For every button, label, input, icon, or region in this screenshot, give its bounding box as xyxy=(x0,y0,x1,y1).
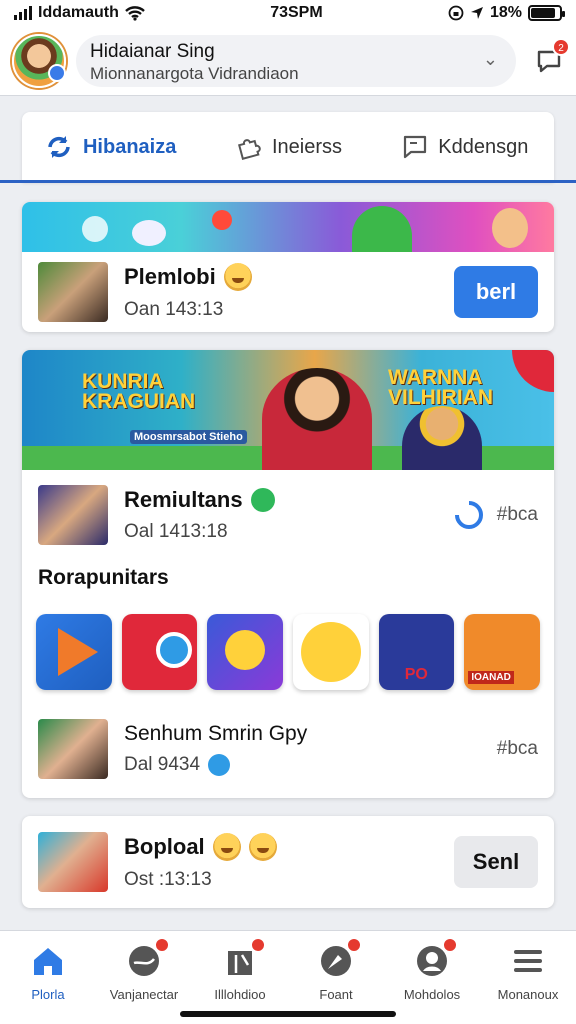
post-action-button[interactable]: Senl xyxy=(454,836,538,888)
status-right: 18% xyxy=(448,4,565,22)
battery-icon xyxy=(527,5,565,21)
post-title: Remiultans xyxy=(124,487,243,512)
app-label: IOANAD xyxy=(468,671,514,684)
bear-emoji-icon[interactable] xyxy=(293,614,369,690)
item-tag[interactable]: #bca xyxy=(497,738,538,760)
battery-percent: 18% xyxy=(489,4,522,21)
nav-label: Mohdolos xyxy=(403,987,461,1002)
tab-ineierss[interactable]: Ineierss xyxy=(199,112,376,182)
chat-square-icon xyxy=(404,135,427,159)
puzzle-icon xyxy=(237,139,261,160)
banner-right-title: WARNNA VILHIRIAN xyxy=(388,366,493,409)
post-banner xyxy=(22,202,554,252)
section-header: Rorapunitars xyxy=(22,560,554,590)
post-title: Plemlobi xyxy=(124,264,216,289)
nav-label: Plorla xyxy=(31,987,65,1002)
status-left: Iddamauth xyxy=(14,4,145,22)
nav-badge xyxy=(154,937,170,953)
banner-character xyxy=(262,368,372,470)
notification-badge: 2 xyxy=(552,37,570,56)
location-icon xyxy=(470,7,483,19)
post-thumbnail[interactable] xyxy=(38,832,108,892)
post-tag[interactable]: #bca xyxy=(497,504,538,526)
post-time: Oan 143:13 xyxy=(124,299,224,320)
tab-bar: Hibanaiza Ineierss Kddensgn xyxy=(22,112,554,182)
menu-icon xyxy=(514,950,542,972)
home-icon xyxy=(34,948,62,975)
app-strip: PO IOANAD xyxy=(22,614,554,690)
smile-emoji-icon xyxy=(223,263,252,291)
nav-badge xyxy=(346,937,362,953)
profile-selector[interactable]: Hidaianar Sing Mionnanargota Vidrandiaon… xyxy=(76,34,516,87)
nav-badge xyxy=(442,937,458,953)
post-thumbnail[interactable] xyxy=(38,485,108,545)
item-title: Senhum Smrin Gpy xyxy=(124,722,308,745)
banner-left-title: KUNRIA KRAGUIAN xyxy=(82,370,196,413)
nav-mohdolos[interactable]: Mohdolos xyxy=(384,937,480,1024)
status-time: 73SPM xyxy=(270,4,323,21)
profile-subtitle: Mionnanargota Vidrandiaon xyxy=(90,63,299,83)
tab-hibanaiza[interactable]: Hibanaiza xyxy=(22,112,199,182)
avatar[interactable] xyxy=(12,33,66,88)
video-app-icon[interactable] xyxy=(36,614,112,690)
item-thumbnail[interactable] xyxy=(38,719,108,779)
smile-app-icon[interactable] xyxy=(207,614,284,690)
tab-kddensgn[interactable]: Kddensgn xyxy=(377,112,554,182)
refresh-icon xyxy=(48,136,70,158)
nav-label: Foant xyxy=(319,987,353,1002)
smile-emoji-icon xyxy=(212,833,241,861)
carrier-name: Iddamauth xyxy=(38,4,119,21)
info-icon xyxy=(208,754,231,776)
post-banner-large: KUNRIA KRAGUIAN Moosmrsabot Stieho WARNN… xyxy=(22,350,554,470)
tab-underline xyxy=(0,180,576,183)
home-indicator[interactable] xyxy=(180,1011,396,1017)
profile-name: Hidaianar Sing xyxy=(90,40,215,62)
nav-label: Vanjanectar xyxy=(109,987,179,1002)
notification-button[interactable]: 2 xyxy=(534,37,570,76)
post-card-3: Boploal Ost :13:13 Senl xyxy=(22,816,554,908)
nav-vanjanectar[interactable]: Vanjanectar xyxy=(96,937,192,1024)
post-thumbnail[interactable] xyxy=(38,262,108,322)
tab-label: Hibanaiza xyxy=(82,135,177,158)
banner-corner-badge xyxy=(512,350,554,392)
post-time: Ost :13:13 xyxy=(124,869,212,890)
tab-label: Ineierss xyxy=(271,135,342,158)
post-card-1: Plemlobi Oan 143:13 berl xyxy=(22,202,554,332)
nav-badge xyxy=(250,937,266,953)
nav-home[interactable]: Plorla xyxy=(0,943,96,1024)
star-emoji-icon xyxy=(248,833,277,861)
avatar-badge-icon xyxy=(48,63,66,82)
app-label: PO xyxy=(404,666,428,683)
loading-icon xyxy=(454,501,483,529)
post-time: Oal 1413:18 xyxy=(124,521,228,542)
post-action-button[interactable]: berl xyxy=(454,266,538,318)
item-time: Dal 9434 xyxy=(124,754,201,775)
battery-fill xyxy=(530,8,555,18)
profile-header: Hidaianar Sing Mionnanargota Vidrandiaon… xyxy=(0,26,576,96)
section-title: Rorapunitars xyxy=(38,566,169,589)
bottom-nav: Plorla Vanjanectar Illlohdioo Foant Mohd… xyxy=(0,930,576,1024)
tab-label: Kddensgn xyxy=(438,135,529,158)
lock-rotation-icon xyxy=(448,5,464,21)
laugh-emoji-icon[interactable]: IOANAD xyxy=(464,614,541,690)
post-title: Boploal xyxy=(124,834,205,859)
chevron-down-icon: ⌄ xyxy=(482,48,498,69)
banner-left-subtitle: Moosmrsabot Stieho xyxy=(130,430,247,444)
signal-icon xyxy=(14,6,32,20)
post-card-2: KUNRIA KRAGUIAN Moosmrsabot Stieho WARNN… xyxy=(22,350,554,798)
nav-label: Monanoux xyxy=(497,987,559,1002)
status-bar: Iddamauth 73SPM 18% xyxy=(0,0,576,26)
couple-app-icon[interactable]: PO xyxy=(378,614,455,690)
verified-icon xyxy=(250,488,275,512)
wifi-icon xyxy=(125,6,145,21)
nav-monanoux[interactable]: Monanoux xyxy=(480,943,576,1024)
nav-label: Illlohdioo xyxy=(214,987,266,1002)
star-app-icon[interactable] xyxy=(121,614,198,690)
